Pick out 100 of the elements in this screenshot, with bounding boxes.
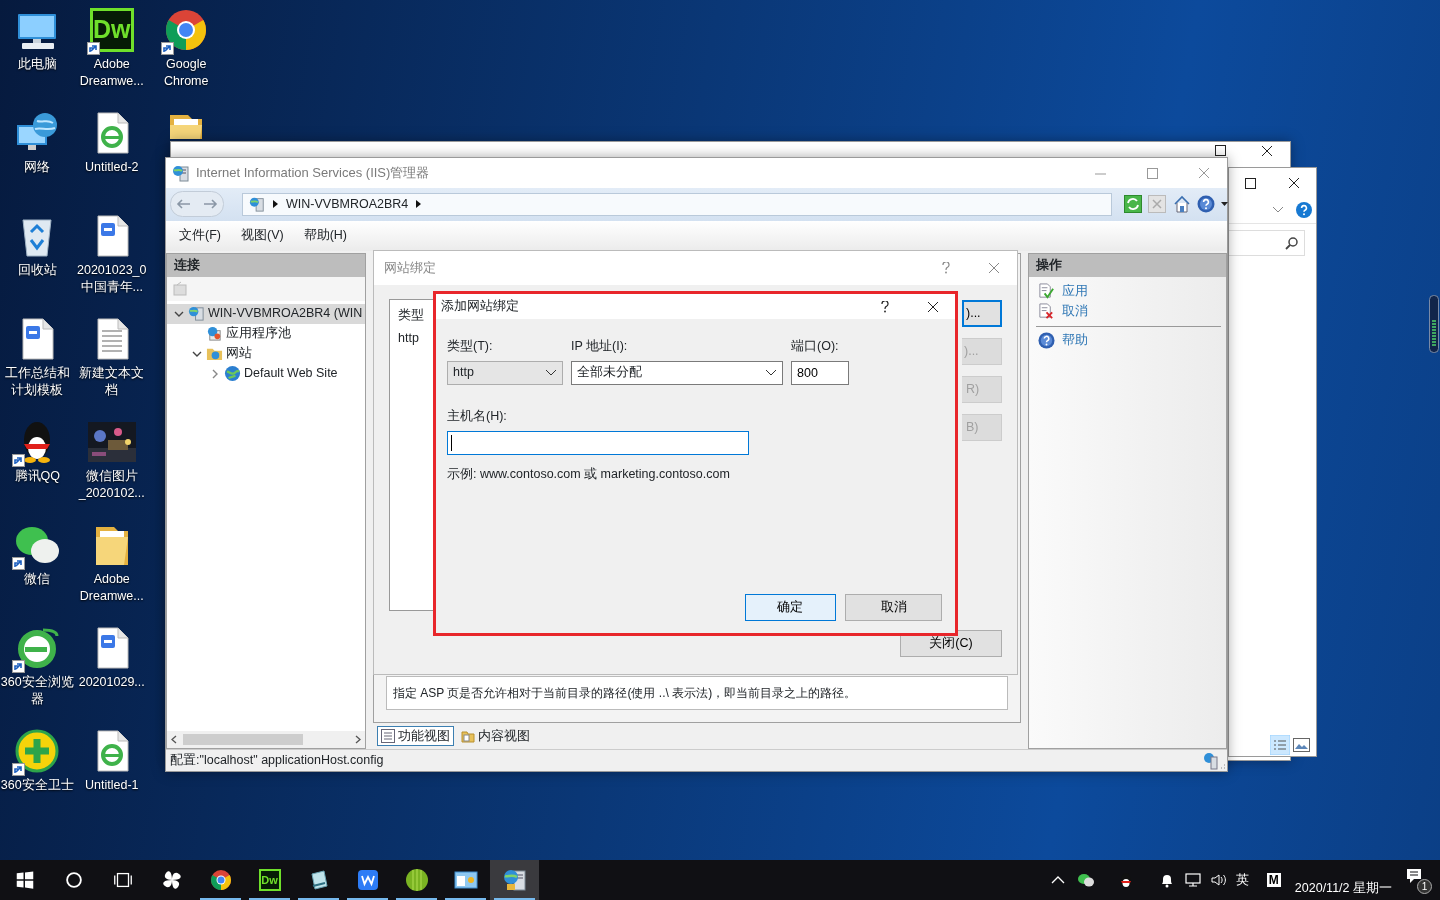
breadcrumb-arrow-icon[interactable] [416, 200, 422, 209]
port-field[interactable]: 800 [791, 360, 849, 385]
maximize-icon[interactable] [1215, 145, 1226, 156]
date-text[interactable]: 2020/11/2 星期一 [1294, 878, 1392, 898]
details-view-icon[interactable] [1269, 735, 1290, 755]
description-text: 指定 ASP 页是否允许相对于当前目录的路径(使用 ..\ 表示法)，即当前目录之上的路径。 [386, 676, 1008, 711]
cancel-button[interactable]: 取消 [845, 594, 942, 621]
menu-item[interactable]: 文件(F) [179, 226, 221, 246]
menu-item[interactable]: 帮助(H) [303, 226, 347, 246]
field-label: IP 地址(I): [571, 338, 629, 355]
icon-label: 新建文本文档 [78, 365, 146, 399]
striped-ball-icon[interactable] [404, 868, 429, 892]
icon-label: 回收站 [16, 262, 58, 279]
app-logo[interactable]: Dw [258, 869, 281, 891]
wps-icon[interactable] [355, 868, 380, 892]
refresh-icon[interactable] [1124, 195, 1142, 214]
home-icon[interactable] [1172, 195, 1191, 214]
dialog-title: 网站绑定 [384, 259, 437, 277]
icon-label: Adobe Dreamwe... [78, 56, 145, 90]
breadcrumb-item[interactable]: WIN-VVBMROA2BR4 [286, 195, 409, 214]
notification-icon[interactable] [1406, 868, 1422, 884]
ok-button[interactable]: 确定 [744, 594, 836, 621]
help-icon [1038, 332, 1055, 350]
close-icon[interactable] [927, 300, 939, 313]
view-tab[interactable]: 功能视图 [377, 726, 455, 747]
field-label: 主机名(H): [447, 407, 508, 425]
chevron-down-icon [545, 369, 557, 377]
table-cell-text: http [398, 330, 419, 347]
server-globe-icon [172, 164, 190, 182]
action-link[interactable]: 帮助 [1034, 330, 1221, 351]
search-icon [1285, 236, 1298, 250]
icon-label: 20201023_0中国青年... [76, 262, 148, 296]
chrome-icon[interactable] [208, 868, 233, 892]
tree-item[interactable]: Default Web Site [167, 363, 365, 384]
app-logo[interactable]: Dw [89, 8, 134, 52]
notification-badge: 1 [1417, 879, 1432, 894]
app-pool-icon [206, 325, 223, 343]
preview-view-icon [1293, 738, 1310, 752]
icon-label: 网络 [23, 159, 52, 176]
dialog-title: 添加网站绑定 [441, 298, 520, 316]
horizontal-scrollbar[interactable] [167, 731, 365, 749]
close-icon[interactable] [1261, 145, 1273, 157]
close-icon[interactable] [1288, 177, 1301, 189]
features-view-icon [381, 729, 395, 744]
help-icon[interactable] [1196, 195, 1215, 214]
start-icon[interactable] [15, 871, 34, 889]
ime-indicator[interactable]: M [1266, 873, 1281, 887]
column-header: 类型 [398, 307, 424, 324]
menu-item[interactable]: 视图(V) [240, 226, 284, 246]
network-icon[interactable] [1184, 872, 1201, 888]
icon-label: 此电脑 [16, 56, 58, 73]
action-link[interactable]: 取消 [1034, 301, 1221, 322]
server-globe-icon [249, 196, 265, 213]
control-panel-icon[interactable] [453, 868, 478, 892]
icon-label: 工作总结和计划模板 [3, 365, 71, 399]
cancel-doc-icon [1038, 303, 1055, 321]
icon-label: 微信图片_2020102... [77, 468, 146, 502]
field-label: 端口(O): [791, 338, 840, 355]
icon-label: 360安全卫士 [0, 777, 75, 794]
ip-dropdown[interactable]: 全部未分配 [571, 360, 783, 385]
field-label: 类型(T): [447, 338, 494, 355]
volume-icon[interactable] [1210, 872, 1227, 888]
window-title: Internet Information Services (IIS)管理器 [196, 164, 431, 183]
server-globe-icon[interactable] [502, 868, 527, 892]
server-globe-icon [188, 305, 205, 323]
hostname-field[interactable] [447, 430, 749, 455]
tree-item[interactable]: 应用程序池 [167, 323, 365, 344]
chat-bubbles-icon[interactable] [1077, 872, 1094, 888]
search-field[interactable] [1229, 230, 1305, 256]
icon-label: Adobe Dreamwe... [78, 571, 145, 605]
panel-header: 连接 [167, 253, 365, 277]
address-bar[interactable]: WIN-VVBMROA2BR4 [242, 192, 1112, 216]
icon-label: 360安全浏览器 [0, 674, 75, 708]
icon-label: 20201029... [77, 674, 146, 691]
language-indicator[interactable]: 英 [1235, 870, 1249, 890]
tree-item[interactable]: WIN-VVBMROA2BR4 (WIN [167, 303, 365, 324]
view-tab[interactable]: 内容视图 [457, 726, 535, 747]
panel-header: 操作 [1029, 253, 1226, 277]
icon-label: Untitled-2 [84, 159, 140, 176]
chevron-down-icon [765, 369, 777, 377]
breadcrumb-arrow-icon[interactable] [273, 200, 278, 209]
icon-label: Google Chrome [163, 56, 210, 90]
caret-icon[interactable] [1221, 202, 1228, 207]
connection-status-icon [1203, 751, 1227, 770]
icon-label: 微信 [23, 571, 52, 588]
icon-label: Untitled-1 [84, 777, 140, 794]
status-text: 配置:"localhost" applicationHost.config [170, 752, 384, 770]
help-icon[interactable] [881, 300, 889, 313]
tree-item[interactable]: 网站 [167, 343, 365, 364]
example-text: 示例: www.contoso.com 或 marketing.contoso.com [447, 465, 731, 483]
dialog-button[interactable]: )... [962, 300, 1002, 327]
maximize-icon[interactable] [1245, 177, 1257, 189]
action-link[interactable]: 应用 [1034, 281, 1221, 302]
apply-doc-icon [1038, 283, 1055, 301]
type-dropdown[interactable]: http [447, 360, 563, 385]
globe-icon [224, 365, 241, 383]
chevron-down-icon[interactable] [1271, 205, 1284, 214]
content-view-icon [461, 729, 476, 744]
icon-label: 腾讯QQ [13, 468, 61, 485]
gauge-widget-icon [1429, 295, 1439, 353]
